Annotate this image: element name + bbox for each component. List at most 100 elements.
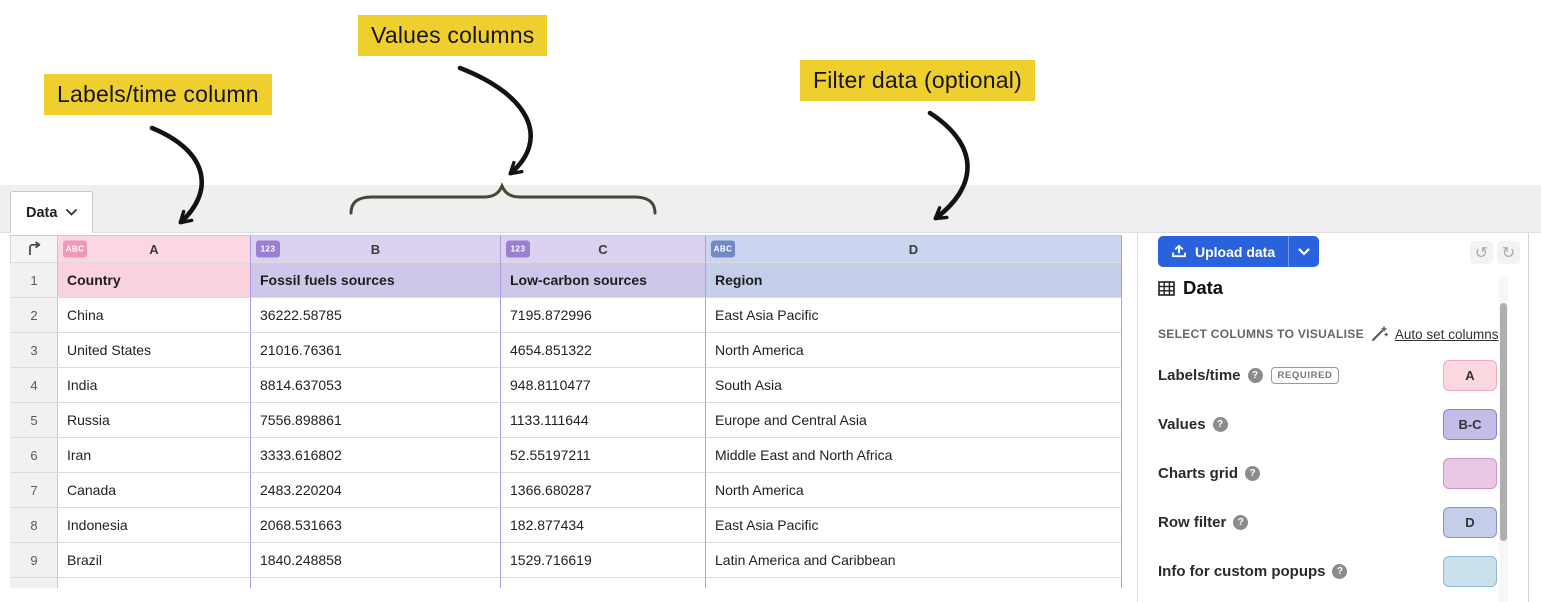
table-cell[interactable]: Russia [57,403,250,438]
table-cell[interactable]: South Asia [705,368,1122,403]
table-cell[interactable]: 1840.248858 [250,543,500,578]
table-cell[interactable]: 1133.111644 [500,403,705,438]
data-section-heading: Data [1158,277,1223,299]
auto-set-columns-link[interactable]: Auto set columns [1395,327,1499,342]
table-cell[interactable]: 8814.637053 [250,368,500,403]
labels-time-annotation: Labels/time column [44,74,272,115]
table-cell[interactable]: 1366.680287 [500,473,705,508]
panel-scrollbar-thumb[interactable] [1500,303,1507,541]
table-cell[interactable]: North America [705,333,1122,368]
help-icon[interactable]: ? [1245,466,1260,481]
table-cell[interactable]: Fossil fuels sources [250,263,500,298]
upload-options-caret[interactable] [1289,236,1319,267]
values-annotation: Values columns [358,15,547,56]
undo-icon: ↺ [1475,243,1488,263]
column-letter: D [909,242,918,257]
table-cell[interactable] [250,578,500,588]
tab-data[interactable]: Data [10,191,93,233]
table-cell[interactable]: 948.8110477 [500,368,705,403]
number-type-icon: 123 [506,241,530,258]
table-cell[interactable]: 7556.898861 [250,403,500,438]
row-number[interactable]: 5 [10,403,57,438]
field-label: Labels/time [1158,367,1241,384]
table-cell[interactable]: United States [57,333,250,368]
panel-divider [1137,233,1138,602]
help-icon[interactable]: ? [1248,368,1263,383]
table-cell[interactable]: 52.55197211 [500,438,705,473]
table-row: 4 India 8814.637053 948.8110477 South As… [10,368,1122,403]
help-icon[interactable]: ? [1332,564,1347,579]
spreadsheet: ABC A 123 B 123 C ABC D 1 Country Fossil… [10,235,1122,588]
table-row: 5 Russia 7556.898861 1133.111644 Europe … [10,403,1122,438]
column-selector-pill[interactable] [1443,458,1497,489]
upload-data-button[interactable]: Upload data [1158,236,1319,267]
redo-button[interactable]: ↻ [1497,241,1520,264]
field-label: Charts grid [1158,465,1238,482]
row-number[interactable]: 8 [10,508,57,543]
table-cell[interactable]: 36222.58785 [250,298,500,333]
table-cell[interactable]: India [57,368,250,403]
row-number[interactable]: 9 [10,543,57,578]
column-header-b[interactable]: 123 B [250,235,500,263]
table-cell[interactable] [500,578,705,588]
table-cell[interactable] [705,578,1122,588]
undo-button[interactable]: ↺ [1470,241,1493,264]
table-cell[interactable]: Europe and Central Asia [705,403,1122,438]
help-icon[interactable]: ? [1233,515,1248,530]
table-cell[interactable] [57,578,250,588]
column-selector-pill[interactable]: B-C [1443,409,1497,440]
upload-data-label: Upload data [1195,244,1275,260]
table-cell[interactable]: 4654.851322 [500,333,705,368]
table-cell[interactable]: 2483.220204 [250,473,500,508]
table-cell[interactable]: Middle East and North Africa [705,438,1122,473]
chevron-down-icon [66,209,77,216]
chevron-down-icon [1298,248,1310,256]
upload-data-main[interactable]: Upload data [1158,244,1288,260]
corner-arrow-icon [26,241,43,258]
field-info-popups: Info for custom popups ? [1158,553,1497,589]
table-cell[interactable]: 3333.616802 [250,438,500,473]
upload-icon [1171,245,1187,258]
column-selector-pill[interactable] [1443,556,1497,587]
column-selector-pill[interactable]: A [1443,360,1497,391]
row-number[interactable]: 3 [10,333,57,368]
table-cell[interactable]: Country [57,263,250,298]
select-columns-row: SELECT COLUMNS TO VISUALISE Auto set col… [1158,326,1498,342]
column-header-a[interactable]: ABC A [57,235,250,263]
table-cell[interactable]: Iran [57,438,250,473]
column-selector-pill[interactable]: D [1443,507,1497,538]
column-header-c[interactable]: 123 C [500,235,705,263]
table-cell[interactable]: 21016.76361 [250,333,500,368]
table-cell[interactable]: 1529.716619 [500,543,705,578]
row-number[interactable]: 1 [10,263,57,298]
table-cell[interactable]: Latin America and Caribbean [705,543,1122,578]
row-number[interactable]: 2 [10,298,57,333]
table-cell[interactable]: 2068.531663 [250,508,500,543]
table-cell[interactable]: Low-carbon sources [500,263,705,298]
table-cell[interactable]: North America [705,473,1122,508]
table-cell[interactable]: East Asia Pacific [705,508,1122,543]
row-number[interactable]: 6 [10,438,57,473]
text-type-icon: ABC [711,241,735,258]
tab-bar: Data [0,185,1541,233]
table-cell[interactable]: China [57,298,250,333]
row-number[interactable]: 4 [10,368,57,403]
help-icon[interactable]: ? [1213,417,1228,432]
table-cell[interactable]: East Asia Pacific [705,298,1122,333]
magic-wand-icon [1371,326,1388,342]
table-cell[interactable]: 7195.872996 [500,298,705,333]
table-header-row: 1 Country Fossil fuels sources Low-carbo… [10,263,1122,298]
select-all-corner[interactable] [10,235,57,263]
row-number[interactable] [10,578,57,588]
table-cell[interactable]: Indonesia [57,508,250,543]
row-number[interactable]: 7 [10,473,57,508]
field-labels-time: Labels/time ? REQUIRED A [1158,357,1497,393]
table-cell[interactable]: Canada [57,473,250,508]
field-charts-grid: Charts grid ? [1158,455,1497,491]
column-header-d[interactable]: ABC D [705,235,1122,263]
column-letter: A [149,242,158,257]
table-cell[interactable]: 182.877434 [500,508,705,543]
data-section-title: Data [1183,277,1223,299]
table-cell[interactable]: Region [705,263,1122,298]
table-cell[interactable]: Brazil [57,543,250,578]
